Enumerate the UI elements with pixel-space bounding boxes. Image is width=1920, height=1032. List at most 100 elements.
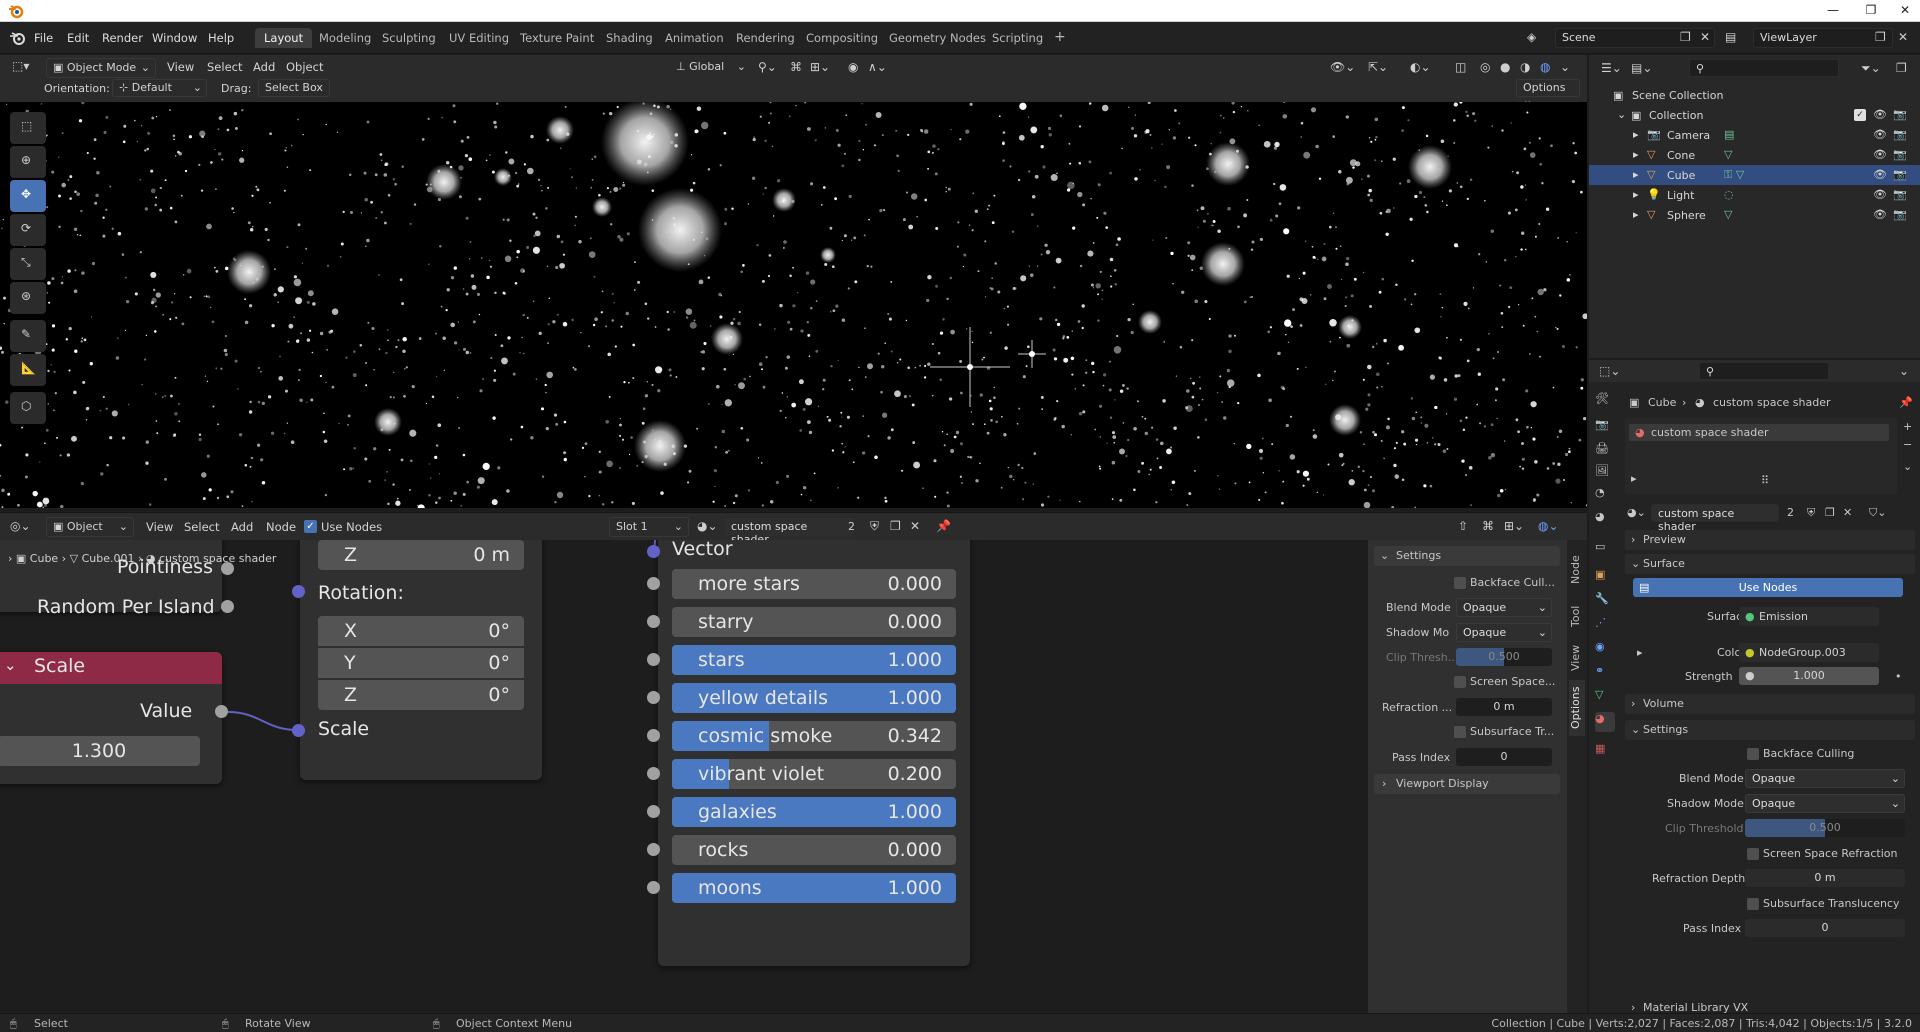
properties-options-icon[interactable]: ⌄ <box>1899 364 1909 378</box>
delete-scene-icon[interactable]: ✕ <box>1700 30 1710 44</box>
menu-render[interactable]: Render <box>102 31 143 45</box>
object-data-icon[interactable]: ▽ <box>1724 148 1732 161</box>
display-mode-icon[interactable]: ▤⌄ <box>1631 61 1652 75</box>
strength-field[interactable]: ● 1.000 <box>1739 667 1879 685</box>
eye-icon[interactable]: 👁 <box>1873 188 1887 201</box>
snap-node-icon[interactable]: ⌘ <box>1482 519 1494 533</box>
node-menu-view[interactable]: View <box>146 520 173 534</box>
viewport-menu-view[interactable]: View <box>167 60 194 74</box>
backface-culling-checkbox[interactable] <box>1747 748 1759 760</box>
properties-editor-icon[interactable]: ⬚⌄ <box>1599 364 1620 378</box>
menu-help[interactable]: Help <box>208 31 234 45</box>
blender-menu-icon[interactable] <box>9 30 27 46</box>
unlink-material-icon[interactable]: ✕ <box>1843 506 1852 519</box>
delete-view-layer-icon[interactable]: ✕ <box>1898 30 1908 44</box>
transform-tool[interactable]: ⊛ <box>10 282 46 314</box>
shading-material-icon[interactable]: ◑ <box>1520 60 1530 74</box>
ssr-checkbox[interactable] <box>1454 676 1466 688</box>
node-menu-select[interactable]: Select <box>184 520 219 534</box>
add-cube-tool[interactable]: ⬡ <box>10 392 46 424</box>
menu-file[interactable]: File <box>34 31 53 45</box>
object-data-icon[interactable]: ◌ <box>1724 188 1734 201</box>
unlink-material-icon[interactable]: ✕ <box>910 519 920 533</box>
viewport-menu-select[interactable]: Select <box>207 60 242 74</box>
use-nodes-button[interactable]: ▤ Use Nodes <box>1633 578 1903 597</box>
surface-panel-header[interactable]: ⌄ Surface <box>1625 554 1915 574</box>
group-input-socket[interactable] <box>647 805 660 818</box>
group-input-socket[interactable] <box>647 881 660 894</box>
close-icon[interactable]: ✕ <box>1898 3 1912 17</box>
outliner-editor-icon[interactable]: ☰⌄ <box>1601 61 1622 75</box>
refraction-field[interactable]: 0 m <box>1456 698 1552 716</box>
particles-tab-icon[interactable]: ⋰ <box>1595 616 1615 636</box>
group-input-field[interactable]: moons 1.000 <box>672 873 956 903</box>
viewport-3d[interactable]: ⬚ ⊕ ✥ ⟳ ⤡ ⊛ ✎ 📐 ⬡ <box>0 102 1587 508</box>
new-view-layer-icon[interactable]: ❐ <box>1875 30 1886 44</box>
visibility-icon[interactable]: 👁⌄ <box>1330 60 1355 74</box>
snap-target-icon[interactable]: ⊞⌄ <box>810 60 830 74</box>
options-dropdown[interactable]: Options ⌄ <box>1516 79 1580 107</box>
object-tab-icon[interactable]: ▣ <box>1595 568 1615 588</box>
duplicate-material-icon[interactable]: ❐ <box>1825 506 1835 519</box>
eye-icon[interactable]: 👁 <box>1873 208 1887 221</box>
render-tab-icon[interactable]: 📷 <box>1595 418 1615 438</box>
fake-user-icon[interactable]: ⛨ <box>1807 506 1815 520</box>
eye-icon[interactable]: 👁 <box>1873 108 1887 121</box>
cursor-tool[interactable]: ⊕ <box>10 146 46 178</box>
object-mode-dropdown[interactable]: ▣ Object Mode ⌄ <box>46 58 156 78</box>
group-input-field[interactable]: starry 0.000 <box>672 607 956 637</box>
shadow-mode-dropdown[interactable]: Opaque ⌄ <box>1456 623 1552 642</box>
minimize-icon[interactable]: — <box>1826 3 1840 17</box>
tab-shading[interactable]: Shading <box>597 28 662 48</box>
chevron-right-icon[interactable]: ▸ <box>1633 168 1639 181</box>
material-name-field[interactable]: custom space shader <box>724 517 854 546</box>
orientation-dropdown[interactable]: ⊹ Default ⌄ <box>112 79 207 97</box>
group-input-socket[interactable] <box>647 767 660 780</box>
camera-render-icon[interactable]: 📷 <box>1893 168 1907 181</box>
list-resize-handle[interactable]: ⠿ <box>1761 474 1769 487</box>
constraints-tab-icon[interactable]: ⚭ <box>1595 664 1615 684</box>
blend-mode-dropdown[interactable]: Opaque ⌄ <box>1745 769 1905 788</box>
proportional-edit-icon[interactable]: ◉ <box>848 60 858 74</box>
group-input-field[interactable]: vibrant violet 0.200 <box>672 759 956 789</box>
camera-render-icon[interactable]: 📷 <box>1893 188 1907 201</box>
tab-uv-editing[interactable]: UV Editing <box>440 28 518 48</box>
group-input-field[interactable]: cosmic smoke 0.342 <box>672 721 956 751</box>
tab-sculpting[interactable]: Sculpting <box>373 28 445 48</box>
group-input-field[interactable]: rocks 0.000 <box>672 835 956 865</box>
volume-panel-header[interactable]: › Volume <box>1625 694 1915 714</box>
drag-dropdown[interactable]: Select Box <box>258 79 330 97</box>
group-input-socket[interactable] <box>647 843 660 856</box>
tab-animation[interactable]: Animation <box>656 28 733 48</box>
remove-slot-icon[interactable]: − <box>1903 438 1912 451</box>
blend-mode-dropdown[interactable]: Opaque ⌄ <box>1456 598 1552 617</box>
socket-vector[interactable] <box>647 545 660 558</box>
node-canvas[interactable]: › ▣ Cube › ▽ Cube.001 › ◕ custom space s… <box>0 540 1367 1013</box>
shader-type-dropdown[interactable]: ▣ Object ⌄ <box>46 517 134 537</box>
group-input-field[interactable]: galaxies 1.000 <box>672 797 956 827</box>
node-menu-add[interactable]: Add <box>231 520 253 534</box>
material-users-count[interactable]: 2 <box>1787 506 1794 519</box>
outliner-item[interactable]: ▸ ▽ Sphere ▽ 👁 📷 <box>1589 205 1920 225</box>
add-slot-icon[interactable]: + <box>1903 420 1912 433</box>
filter-icon[interactable]: ⏷⌄ <box>1861 61 1881 76</box>
tab-layout[interactable]: Layout <box>255 28 313 48</box>
surface-shader-field[interactable]: ● Emission <box>1739 607 1879 626</box>
annotate-tool[interactable]: ✎ <box>10 320 46 352</box>
material-tab-icon[interactable]: ◕ <box>1595 712 1615 732</box>
tab-rendering[interactable]: Rendering <box>727 28 804 48</box>
rotate-tool[interactable]: ⟳ <box>10 214 46 246</box>
add-workspace-button[interactable]: + <box>1045 26 1075 46</box>
tab-scripting[interactable]: Scripting <box>983 28 1052 48</box>
node-overlay-icon[interactable]: ◍⌄ <box>1538 519 1559 533</box>
shading-wireframe-icon[interactable]: ◎ <box>1480 60 1490 74</box>
material-browse-icon[interactable]: ◕⌄ <box>1627 506 1646 519</box>
screen-space-refraction-checkbox[interactable] <box>1747 848 1759 860</box>
camera-render-icon[interactable]: 📷 <box>1893 128 1907 141</box>
maximize-icon[interactable]: ❐ <box>1864 3 1878 17</box>
xray-icon[interactable]: ◫ <box>1455 60 1466 74</box>
tab-modeling[interactable]: Modeling <box>310 28 380 48</box>
material-users-count[interactable]: 2 <box>848 520 855 533</box>
group-input-socket[interactable] <box>647 615 660 628</box>
viewport-display-header[interactable]: › Viewport Display <box>1374 774 1560 794</box>
